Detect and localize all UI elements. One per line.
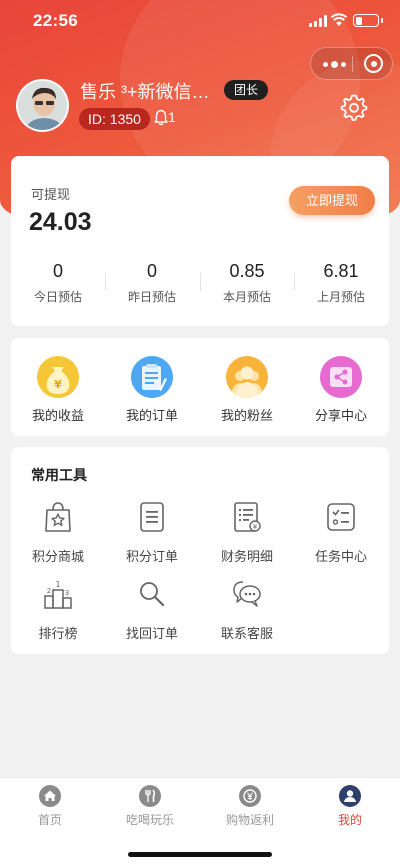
tool-label: 积分订单 xyxy=(125,549,178,564)
signal-icon xyxy=(309,15,327,27)
task-checklist-icon xyxy=(327,503,355,531)
yen-coin-icon xyxy=(239,785,261,807)
shopping-bag-star-icon xyxy=(45,502,71,532)
user-icon xyxy=(339,785,361,807)
gear-icon[interactable] xyxy=(340,93,368,121)
share-icon xyxy=(320,356,362,398)
retrieve-order-button[interactable]: 找回订单 xyxy=(105,578,199,642)
money-bag-icon: ¥ xyxy=(37,356,79,398)
svg-text:¥: ¥ xyxy=(253,523,258,531)
stat-last-month[interactable]: 6.81 上月预估 xyxy=(294,260,388,305)
document-icon xyxy=(140,502,164,532)
contact-support-button[interactable]: 联系客服 xyxy=(200,578,294,642)
role-badge: 团长 xyxy=(224,80,269,100)
tool-label: 联系客服 xyxy=(220,626,273,641)
user-id-badge: ID: 1350 xyxy=(79,108,150,130)
stat-label: 昨日预估 xyxy=(127,290,176,304)
withdrawable-label: 可提现 xyxy=(31,187,71,202)
stat-yesterday[interactable]: 0 昨日预估 xyxy=(105,260,199,305)
fans-icon xyxy=(226,356,268,398)
tool-label: 找回订单 xyxy=(125,626,178,641)
share-center-button[interactable]: 分享中心 xyxy=(294,356,388,424)
withdrawable-amount: 24.03 xyxy=(29,208,92,236)
quick-action-label: 我的粉丝 xyxy=(220,408,273,423)
wallet-card: 可提现 24.03 立即提现 0 今日预估 0 昨日预估 0.85 本月预估 6… xyxy=(11,156,389,326)
points-mall-button[interactable]: 积分商城 xyxy=(11,501,105,565)
podium-digit: 2 xyxy=(47,587,51,595)
my-fans-button[interactable]: 我的粉丝 xyxy=(200,356,294,424)
avatar[interactable] xyxy=(16,79,69,132)
wifi-icon xyxy=(331,13,347,26)
mini-program-capsule xyxy=(310,47,393,80)
my-orders-button[interactable]: 我的订单 xyxy=(105,356,199,424)
stat-value: 6.81 xyxy=(323,261,359,281)
close-mini-program-icon[interactable] xyxy=(364,54,383,73)
status-bar: 22:56 xyxy=(0,0,400,44)
stat-today[interactable]: 0 今日预估 xyxy=(11,260,105,305)
task-center-button[interactable]: 任务中心 xyxy=(294,501,388,565)
tab-shopping-rebate[interactable]: 购物返利 xyxy=(200,785,300,828)
svg-text:¥: ¥ xyxy=(54,378,62,391)
tools-section-title: 常用工具 xyxy=(31,467,87,483)
battery-icon xyxy=(353,14,383,27)
home-indicator xyxy=(128,852,272,857)
tools-card: 常用工具 积分商城 积分订单 ¥ 财务明细 任务中心 1 2 3 排行榜 找回订… xyxy=(11,447,389,654)
podium-digit: 1 xyxy=(55,580,60,589)
fork-knife-icon xyxy=(139,785,161,807)
points-orders-button[interactable]: 积分订单 xyxy=(105,501,199,565)
tab-food-fun[interactable]: 吃喝玩乐 xyxy=(100,785,200,828)
stat-label: 今日预估 xyxy=(33,290,82,304)
notification-count: 1 xyxy=(168,109,176,125)
tab-home[interactable]: 首页 xyxy=(0,785,100,828)
stat-value: 0 xyxy=(52,261,63,281)
tab-label: 我的 xyxy=(337,813,362,827)
withdraw-button[interactable]: 立即提现 xyxy=(289,186,375,215)
my-earnings-button[interactable]: ¥ 我的收益 xyxy=(11,356,105,424)
stat-this-month[interactable]: 0.85 本月预估 xyxy=(200,260,294,305)
quick-action-label: 我的收益 xyxy=(31,408,84,423)
more-options-icon[interactable] xyxy=(321,56,347,72)
tool-label: 排行榜 xyxy=(38,626,78,641)
stat-value: 0.85 xyxy=(229,261,265,281)
quick-action-label: 我的订单 xyxy=(125,408,178,423)
user-name: 售乐 ³+新微信号... xyxy=(80,82,220,102)
tab-label: 购物返利 xyxy=(225,813,274,827)
bell-icon[interactable] xyxy=(154,109,168,126)
person-avatar-icon xyxy=(18,81,67,130)
quick-actions-card: ¥ 我的收益 我的订单 我的粉丝 分享中心 xyxy=(11,338,389,436)
chat-bubbles-icon xyxy=(233,581,261,607)
home-icon xyxy=(39,785,61,807)
tool-label: 财务明细 xyxy=(220,549,273,564)
finance-detail-icon: ¥ xyxy=(234,502,261,532)
status-time: 22:56 xyxy=(33,11,78,30)
leaderboard-button[interactable]: 1 2 3 排行榜 xyxy=(11,578,105,642)
tab-label: 吃喝玩乐 xyxy=(125,813,174,827)
tool-label: 积分商城 xyxy=(31,549,84,564)
podium-digit: 3 xyxy=(65,589,69,597)
stat-label: 上月预估 xyxy=(316,290,365,304)
capsule-divider xyxy=(352,56,353,72)
search-icon xyxy=(140,582,165,607)
quick-action-label: 分享中心 xyxy=(314,408,367,423)
finance-detail-button[interactable]: ¥ 财务明细 xyxy=(200,501,294,565)
podium-icon: 1 2 3 xyxy=(44,580,72,609)
tab-mine[interactable]: 我的 xyxy=(300,785,400,828)
tool-label: 任务中心 xyxy=(314,549,367,564)
stat-label: 本月预估 xyxy=(222,290,271,304)
tab-label: 首页 xyxy=(37,813,62,827)
order-list-icon xyxy=(131,356,173,398)
stat-value: 0 xyxy=(146,261,157,281)
